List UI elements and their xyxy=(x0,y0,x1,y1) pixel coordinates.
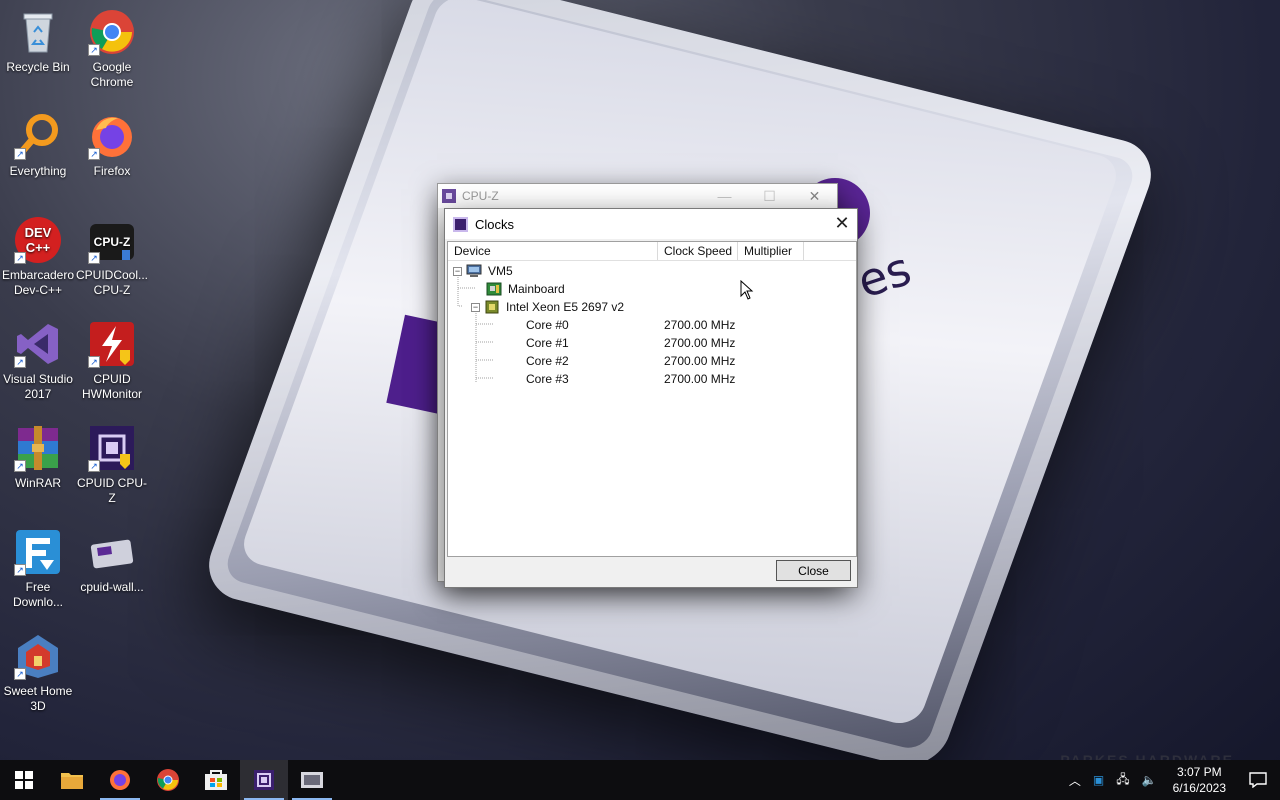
hwmonitor-icon: ↗ xyxy=(88,320,136,368)
mouse-cursor-icon xyxy=(740,280,754,300)
clock-date: 6/16/2023 xyxy=(1172,781,1226,795)
tree-node-core[interactable]: Core #2 2700.00 MHz xyxy=(448,352,856,370)
cpuz-icon xyxy=(254,770,274,790)
shortcut-arrow-icon: ↗ xyxy=(14,148,26,160)
taskbar-microsoft-store[interactable] xyxy=(192,760,240,800)
firefox-icon: ↗ xyxy=(88,112,136,160)
free-download-manager-tray-icon[interactable]: ▣ xyxy=(1087,773,1110,787)
column-header-multiplier[interactable]: Multiplier xyxy=(738,242,804,260)
taskbar-photos[interactable] xyxy=(288,760,336,800)
close-icon[interactable]: ✕ xyxy=(792,188,837,205)
desktop-icon-hwmonitor[interactable]: ↗ CPUID HWMonitor xyxy=(74,320,150,402)
clocks-titlebar[interactable]: Clocks ✕ xyxy=(445,209,857,239)
windows-logo-icon xyxy=(15,771,33,789)
cpuz-window-title: CPU-Z xyxy=(462,189,499,203)
system-tray: ︿ ▣ 🖧 🔈 3:07 PM 6/16/2023 xyxy=(1063,760,1280,800)
dev-cpp-icon: DEV C++ ↗ xyxy=(14,216,62,264)
store-icon xyxy=(205,770,227,790)
collapse-icon[interactable]: − xyxy=(471,302,480,312)
core-clock-speed: 2700.00 MHz xyxy=(664,318,736,332)
column-header-clock-speed[interactable]: Clock Speed xyxy=(658,242,738,260)
desktop-icon-firefox[interactable]: ↗ Firefox xyxy=(74,112,150,179)
svg-text:DEV: DEV xyxy=(25,225,52,240)
sweet-home-3d-icon: ↗ xyxy=(14,632,62,680)
shortcut-arrow-icon: ↗ xyxy=(14,460,26,472)
winrar-icon: ↗ xyxy=(14,424,62,472)
taskbar-firefox[interactable] xyxy=(96,760,144,800)
notification-center-icon[interactable] xyxy=(1236,760,1280,800)
shortcut-arrow-icon: ↗ xyxy=(14,564,26,576)
tree-node-vm5[interactable]: − VM5 xyxy=(448,262,856,280)
clocks-dialog-title: Clocks xyxy=(475,216,515,232)
tree-node-cpu[interactable]: − Intel Xeon E5 2697 v2 xyxy=(448,298,856,316)
core-clock-speed: 2700.00 MHz xyxy=(664,336,736,350)
shortcut-arrow-icon: ↗ xyxy=(14,252,26,264)
visual-studio-icon: ↗ xyxy=(14,320,62,368)
shortcut-arrow-icon: ↗ xyxy=(88,356,100,368)
desktop-icon-visual-studio[interactable]: ↗ Visual Studio 2017 xyxy=(0,320,76,402)
shortcut-arrow-icon: ↗ xyxy=(88,148,100,160)
processor-icon xyxy=(485,300,499,314)
minimize-icon[interactable]: — xyxy=(702,188,747,205)
clock-time: 3:07 PM xyxy=(1176,765,1222,779)
shortcut-arrow-icon: ↗ xyxy=(88,460,100,472)
svg-text:CPU-Z: CPU-Z xyxy=(94,235,131,249)
start-button[interactable] xyxy=(0,760,48,800)
desktop-icon-cpuid-wallpaper[interactable]: cpuid-wall... xyxy=(74,528,150,595)
chevron-up-icon[interactable]: ︿ xyxy=(1063,772,1087,789)
cpuz-app-icon xyxy=(453,216,468,232)
collapse-icon[interactable]: − xyxy=(453,266,462,276)
shortcut-arrow-icon: ↗ xyxy=(88,252,100,264)
taskbar: ︿ ▣ 🖧 🔈 3:07 PM 6/16/2023 xyxy=(0,760,1280,800)
column-header-device[interactable]: Device xyxy=(448,242,658,260)
tree-node-core[interactable]: Core #3 2700.00 MHz xyxy=(448,370,856,388)
free-download-manager-icon: ↗ xyxy=(14,528,62,576)
desktop-icon-google-chrome[interactable]: ↗ Google Chrome xyxy=(74,8,150,90)
everything-search-icon: ↗ xyxy=(14,112,62,160)
clocks-dialog[interactable]: Clocks ✕ Device Clock Speed Multiplier −… xyxy=(444,208,858,588)
tree-node-core[interactable]: Core #0 2700.00 MHz xyxy=(448,316,856,334)
firefox-icon xyxy=(110,770,130,790)
tree-node-mainboard[interactable]: Mainboard xyxy=(448,280,856,298)
close-icon[interactable]: ✕ xyxy=(827,209,857,239)
shortcut-arrow-icon: ↗ xyxy=(88,44,100,56)
image-file-icon xyxy=(88,528,136,576)
mainboard-icon xyxy=(486,282,502,296)
desktop-icon-winrar[interactable]: ↗ WinRAR xyxy=(0,424,76,491)
cpuz-icon: ↗ xyxy=(88,424,136,472)
image-viewer-icon xyxy=(301,772,323,788)
close-button[interactable]: Close xyxy=(776,560,851,581)
cpuz-titlebar[interactable]: CPU-Z — ☐ ✕ xyxy=(438,184,837,208)
volume-muted-icon[interactable]: 🔈 xyxy=(1136,773,1163,787)
desktop-icon-sweet-home-3d[interactable]: ↗ Sweet Home 3D xyxy=(0,632,76,714)
desktop-icon-recycle-bin[interactable]: Recycle Bin xyxy=(0,8,76,75)
chrome-icon xyxy=(157,769,179,791)
core-clock-speed: 2700.00 MHz xyxy=(664,354,736,368)
maximize-icon[interactable]: ☐ xyxy=(747,188,792,205)
desktop-icon-cpuidcool-cpuz[interactable]: CPU-Z ↗ CPUIDCool... CPU-Z xyxy=(74,216,150,298)
desktop-icon-free-download[interactable]: ↗ Free Downlo... xyxy=(0,528,76,610)
desktop-icon-cpuid-cpuz[interactable]: ↗ CPUID CPU-Z xyxy=(74,424,150,506)
cpuz-app-icon xyxy=(442,189,456,203)
taskbar-cpuz[interactable] xyxy=(240,760,288,800)
cpuz-cooler-icon: CPU-Z ↗ xyxy=(88,216,136,264)
recycle-bin-icon xyxy=(14,8,62,56)
computer-icon xyxy=(466,264,482,277)
desktop-icon-everything[interactable]: ↗ Everything xyxy=(0,112,76,179)
tree-node-core[interactable]: Core #1 2700.00 MHz xyxy=(448,334,856,352)
svg-text:C++: C++ xyxy=(26,240,51,255)
clocks-tree-view[interactable]: Device Clock Speed Multiplier − VM5 Main… xyxy=(447,241,857,557)
desktop-icon-dev-cpp[interactable]: DEV C++ ↗ Embarcadero Dev-C++ xyxy=(0,216,76,298)
core-clock-speed: 2700.00 MHz xyxy=(664,372,736,386)
taskbar-file-explorer[interactable] xyxy=(48,760,96,800)
network-icon[interactable]: 🖧 xyxy=(1110,770,1135,791)
taskbar-clock[interactable]: 3:07 PM 6/16/2023 xyxy=(1163,764,1236,796)
tree-column-headers: Device Clock Speed Multiplier xyxy=(448,242,856,261)
taskbar-chrome[interactable] xyxy=(144,760,192,800)
folder-icon xyxy=(61,773,83,789)
shortcut-arrow-icon: ↗ xyxy=(14,356,26,368)
shortcut-arrow-icon: ↗ xyxy=(14,668,26,680)
chrome-icon: ↗ xyxy=(88,8,136,56)
